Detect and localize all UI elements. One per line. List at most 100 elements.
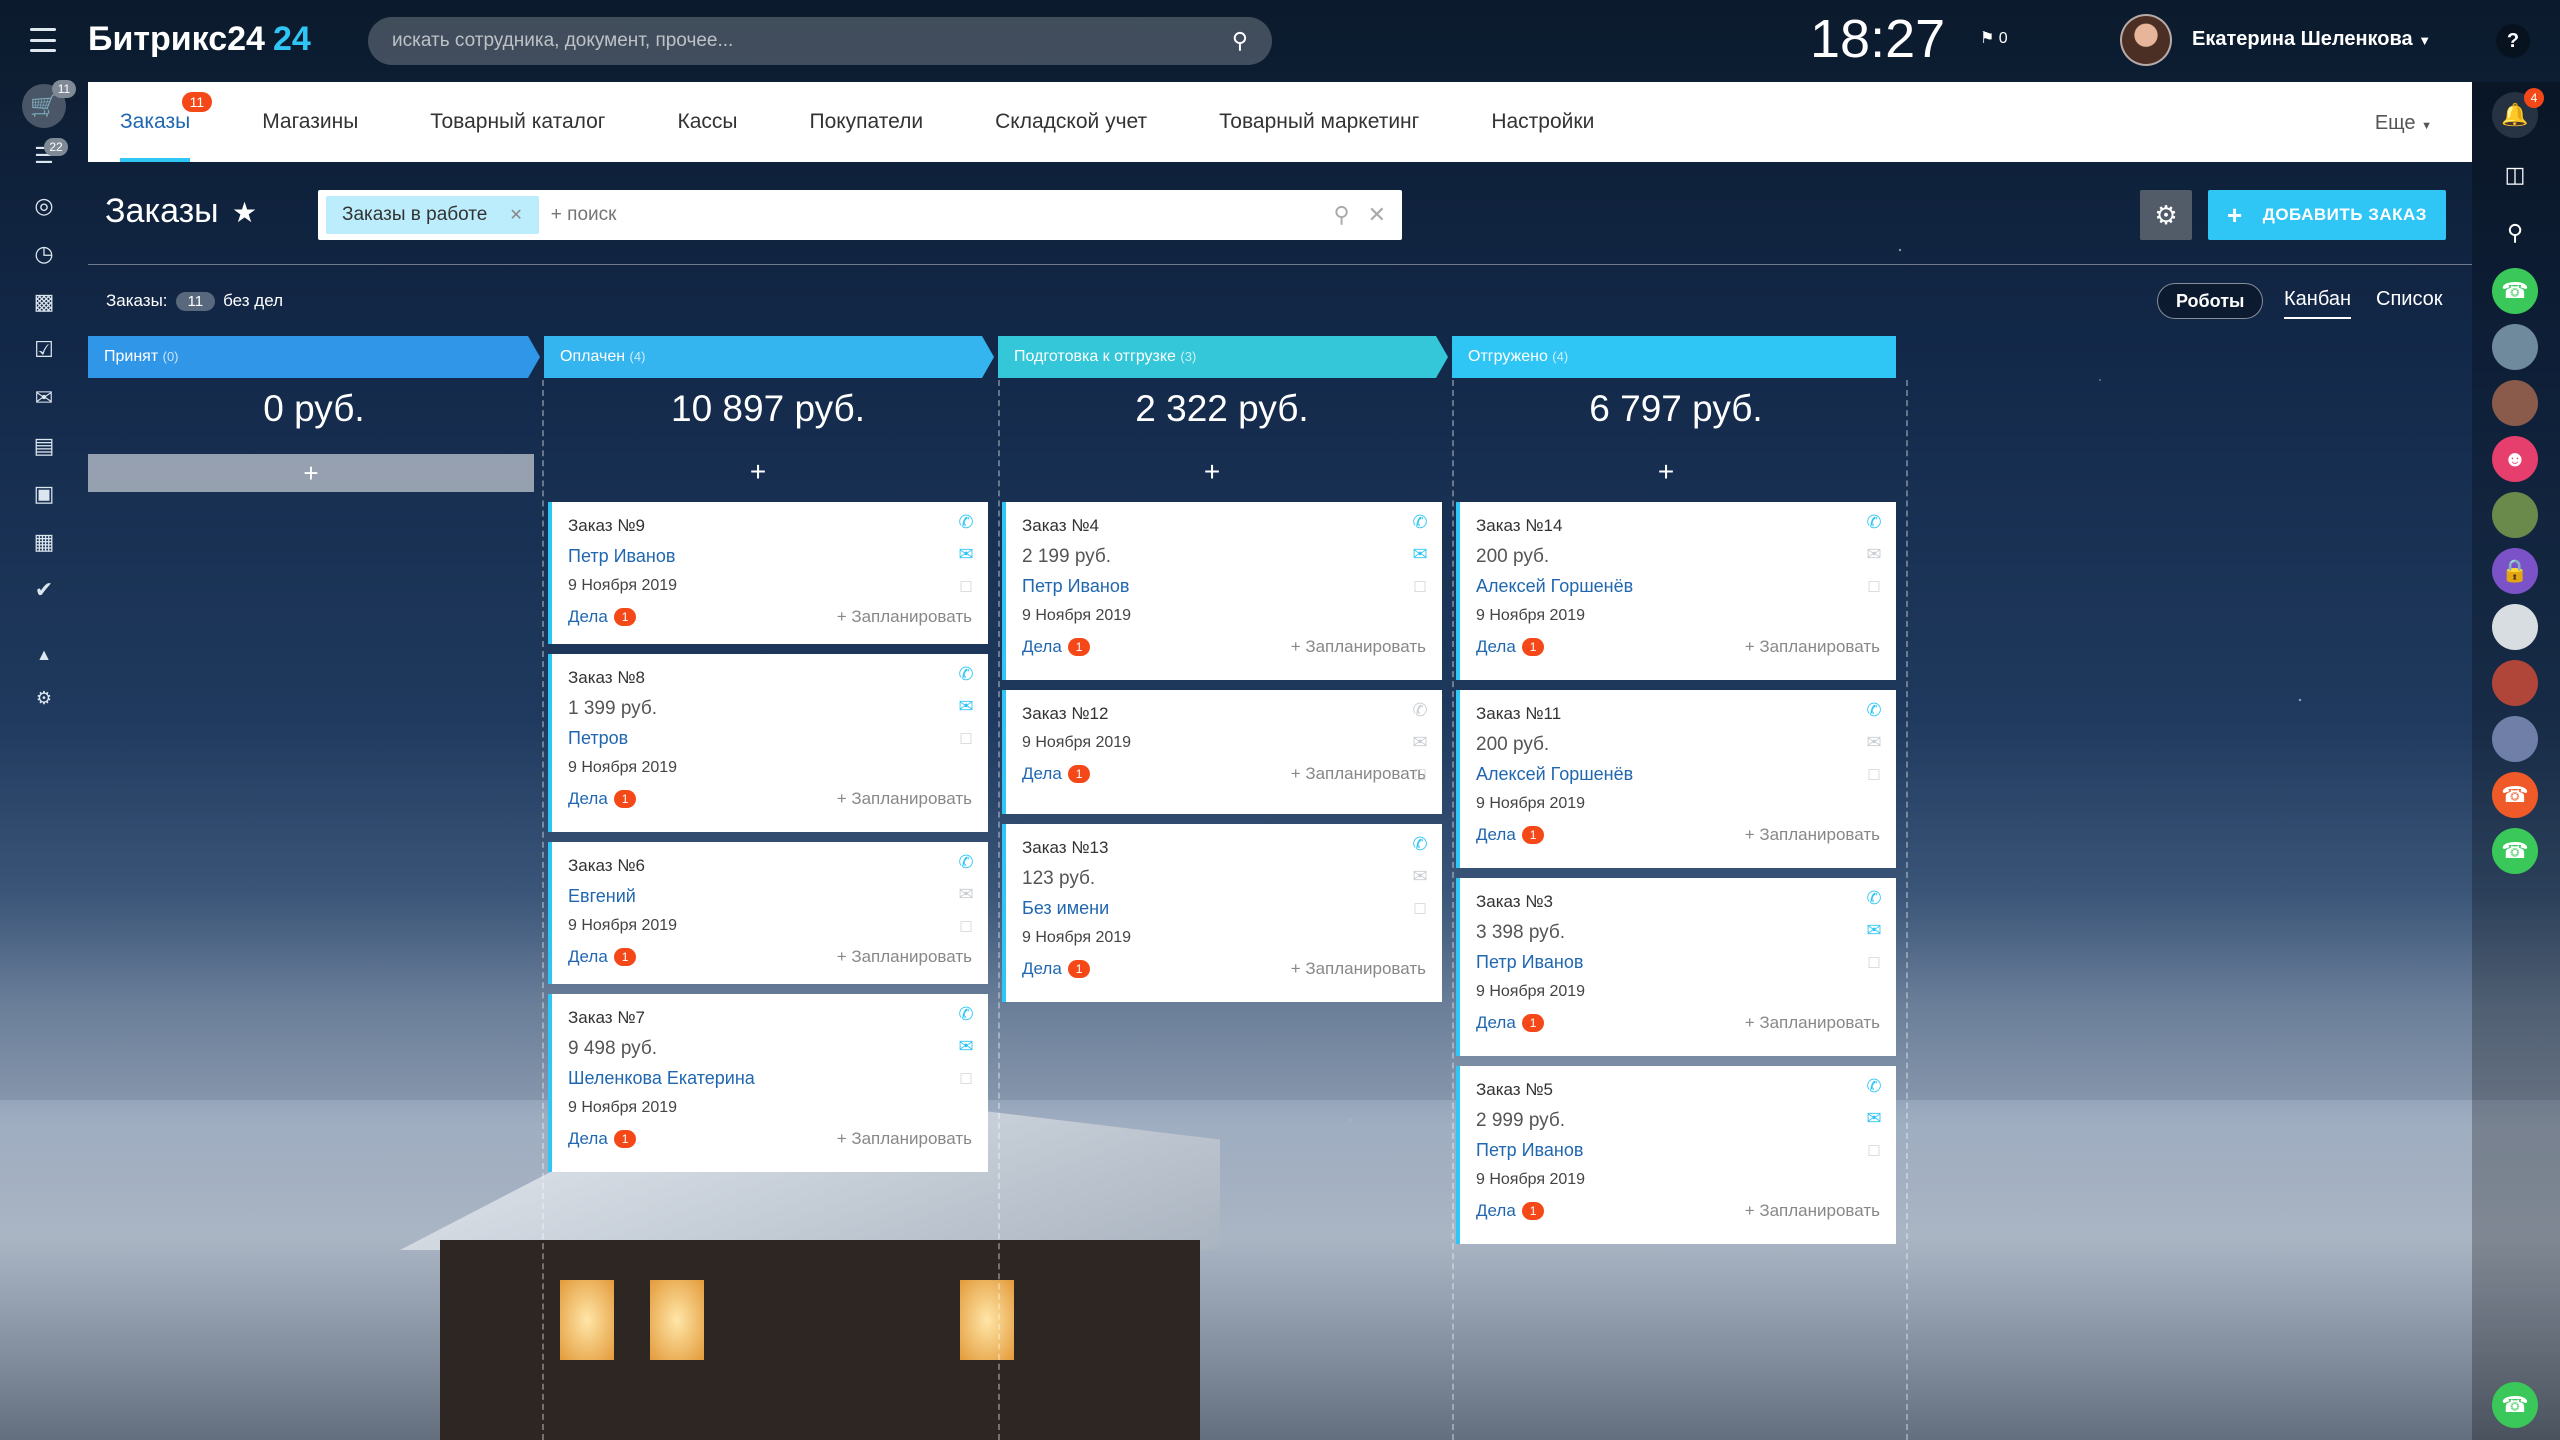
order-title[interactable]: Заказ №7 (568, 1008, 972, 1028)
column-header-accepted[interactable]: Принят (0) (88, 336, 540, 378)
mail-icon[interactable]: ✉ (1408, 866, 1432, 888)
search-icon[interactable]: ⚲ (1232, 28, 1248, 54)
phone-icon[interactable]: ✆ (1862, 700, 1886, 722)
column-header-paid[interactable]: Оплачен (4) (544, 336, 994, 378)
structure-icon[interactable]: ▲ (30, 642, 58, 670)
add-card-button[interactable]: + (538, 456, 978, 488)
grid-icon[interactable]: ▦ (30, 528, 58, 556)
phone-orange-icon[interactable]: ☎ (2492, 772, 2538, 818)
order-title[interactable]: Заказ №5 (1476, 1080, 1880, 1100)
deals-link[interactable]: Дела 1 (568, 789, 637, 809)
menu-icon[interactable] (30, 28, 56, 52)
order-title[interactable]: Заказ №12 (1022, 704, 1426, 724)
chat-icon[interactable]: □ (1862, 1140, 1886, 1162)
deals-link[interactable]: Дела 1 (568, 1129, 637, 1149)
plan-link[interactable]: + Запланировать (837, 947, 972, 967)
order-client[interactable]: Шеленкова Екатерина (568, 1068, 972, 1089)
contact-avatar[interactable] (2492, 380, 2538, 426)
chat-icon[interactable]: □ (954, 576, 978, 598)
mail-icon[interactable]: ✉ (1862, 732, 1886, 754)
deals-link[interactable]: Дела 1 (1476, 637, 1545, 657)
deals-link[interactable]: Дела 1 (1022, 959, 1091, 979)
chat-icon[interactable]: □ (1408, 764, 1432, 786)
order-client[interactable]: Алексей Горшенёв (1476, 576, 1880, 597)
add-order-button[interactable]: + ДОБАВИТЬ ЗАКАЗ (2208, 190, 2446, 240)
mail-icon[interactable]: ✉ (1862, 544, 1886, 566)
global-search[interactable]: ⚲ (368, 17, 1272, 65)
phone-green-icon[interactable]: ☎ (2492, 828, 2538, 874)
star-icon[interactable]: ★ (232, 196, 257, 229)
plan-link[interactable]: + Запланировать (1745, 1201, 1880, 1221)
deals-link[interactable]: Дела 1 (1022, 764, 1091, 784)
order-client[interactable]: Петр Иванов (568, 546, 972, 567)
order-client[interactable]: Алексей Горшенёв (1476, 764, 1880, 785)
contact-avatar[interactable] (2492, 660, 2538, 706)
mail-icon[interactable]: ✉ (954, 884, 978, 906)
tab-cashboxes[interactable]: Кассы (677, 82, 737, 162)
mail-icon[interactable]: ✉ (30, 384, 58, 412)
tab-marketing[interactable]: Товарный маркетинг (1219, 82, 1419, 162)
phone-green-icon[interactable]: ☎ (2492, 268, 2538, 314)
mail-icon[interactable]: ✉ (1862, 1108, 1886, 1130)
order-card[interactable]: Заказ №6 Евгений 9 Ноября 2019 Дела 1 + За… (548, 842, 988, 984)
user-menu[interactable]: Екатерина Шеленкова ▼ (2192, 28, 2431, 51)
tab-more[interactable]: Еще ▼ (2375, 112, 2432, 135)
flag-counter[interactable]: ⚑ 0 (1980, 28, 2008, 48)
filter-search-input[interactable] (550, 204, 1334, 226)
contact-avatar[interactable] (2492, 604, 2538, 650)
chat-icon[interactable]: □ (1862, 952, 1886, 974)
column-header-shipped[interactable]: Отгружено (4) (1452, 336, 1896, 378)
robots-button[interactable]: Роботы (2157, 283, 2264, 319)
deals-link[interactable]: Дела 1 (1476, 1013, 1545, 1033)
search-icon[interactable]: ⚲ (2492, 210, 2538, 256)
global-search-input[interactable] (392, 30, 1232, 52)
deals-link[interactable]: Дела 1 (568, 607, 637, 627)
tab-catalog[interactable]: Товарный каталог (430, 82, 605, 162)
order-title[interactable]: Заказ №6 (568, 856, 972, 876)
contact-avatar[interactable]: ☻ (2492, 436, 2538, 482)
column-header-preparing[interactable]: Подготовка к отгрузке (3) (998, 336, 1448, 378)
phone-green-icon[interactable]: ☎ (2492, 1382, 2538, 1428)
settings-button[interactable]: ⚙ (2140, 190, 2192, 240)
order-title[interactable]: Заказ №13 (1022, 838, 1426, 858)
plan-link[interactable]: + Запланировать (837, 789, 972, 809)
check-circle-icon[interactable]: ✔ (30, 576, 58, 604)
user-avatar[interactable] (2120, 14, 2172, 66)
order-title[interactable]: Заказ №14 (1476, 516, 1880, 536)
order-title[interactable]: Заказ №4 (1022, 516, 1426, 536)
chart-icon[interactable]: ▩ (30, 288, 58, 316)
tab-settings[interactable]: Настройки (1491, 82, 1594, 162)
deals-link[interactable]: Дела 1 (1476, 825, 1545, 845)
clock[interactable]: 18:27 (1810, 8, 1945, 70)
order-client[interactable]: Петр Иванов (1476, 952, 1880, 973)
phone-icon[interactable]: ✆ (1862, 888, 1886, 910)
order-card[interactable]: Заказ №14 200 руб. Алексей Горшенёв 9 Но… (1456, 502, 1896, 680)
phone-icon[interactable]: ✆ (1862, 512, 1886, 534)
order-client[interactable]: Евгений (568, 886, 972, 907)
plan-link[interactable]: + Запланировать (1745, 637, 1880, 657)
order-card[interactable]: Заказ №12 9 Ноября 2019 Дела 1 + Запланиро… (1002, 690, 1442, 814)
mail-icon[interactable]: ✉ (1862, 920, 1886, 942)
lock-icon[interactable]: 🔒 (2492, 548, 2538, 594)
phone-icon[interactable]: ✆ (954, 664, 978, 686)
view-kanban[interactable]: Канбан (2284, 288, 2351, 319)
order-client[interactable]: Без имени (1022, 898, 1426, 919)
settings-icon[interactable]: ⚙ (30, 684, 58, 712)
phone-icon[interactable]: ✆ (1408, 700, 1432, 722)
order-client[interactable]: Петров (568, 728, 972, 749)
counter-value[interactable]: 11 (175, 291, 216, 311)
phone-icon[interactable]: ✆ (1862, 1076, 1886, 1098)
mail-icon[interactable]: ✉ (1408, 544, 1432, 566)
contact-avatar[interactable] (2492, 492, 2538, 538)
tab-shops[interactable]: Магазины (262, 82, 358, 162)
filter-chip[interactable]: Заказы в работе ✕ (326, 196, 539, 234)
order-card[interactable]: Заказ №8 1 399 руб. Петров 9 Ноября 2019… (548, 654, 988, 832)
checkbox-icon[interactable]: ☑ (30, 336, 58, 364)
plan-link[interactable]: + Запланировать (1291, 637, 1426, 657)
order-card[interactable]: Заказ №13 123 руб. Без имени 9 Ноября 20… (1002, 824, 1442, 1002)
bell-icon[interactable]: 🔔 4 (2492, 88, 2544, 138)
tab-orders[interactable]: Заказы 11 (120, 82, 213, 162)
view-list[interactable]: Список (2376, 288, 2443, 311)
mail-icon[interactable]: ✉ (954, 1036, 978, 1058)
order-client[interactable]: Петр Иванов (1022, 576, 1426, 597)
